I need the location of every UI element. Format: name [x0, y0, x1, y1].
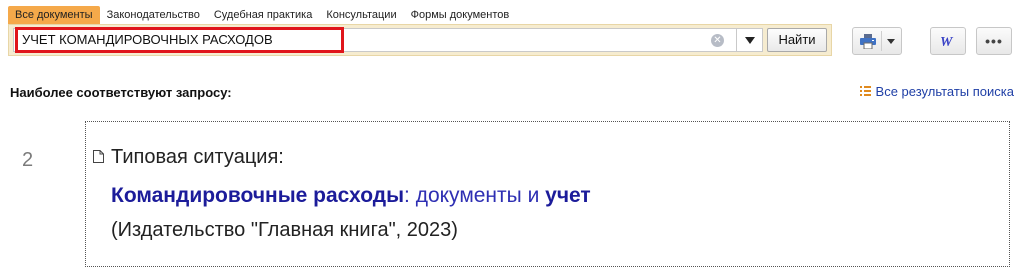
result-number: 2	[22, 149, 34, 171]
triangle-down-icon	[744, 36, 755, 44]
search-bar: УЧЕТ КОМАНДИРОВОЧНЫХ РАСХОДОВ ✕ Найти	[8, 24, 832, 56]
search-query-text: УЧЕТ КОМАНДИРОВОЧНЫХ РАСХОДОВ	[22, 32, 273, 47]
svg-text:W: W	[940, 35, 954, 48]
print-button[interactable]	[852, 27, 902, 55]
result-title-hit: учет	[545, 184, 591, 207]
more-button[interactable]: •••	[976, 27, 1012, 55]
export-word-button[interactable]: W	[930, 27, 966, 55]
all-results-link[interactable]: Все результаты поиска	[859, 84, 1014, 99]
tab-legislation[interactable]: Законодательство	[100, 6, 207, 24]
toolbar-separator	[880, 31, 882, 51]
clear-icon[interactable]: ✕	[711, 34, 724, 47]
more-icon: •••	[985, 33, 1003, 49]
result-title-hit: Командировочные расходы	[111, 184, 405, 207]
result-title-link[interactable]: Командировочные расходы: документы и уче…	[111, 184, 591, 208]
tab-consultations[interactable]: Консультации	[319, 6, 403, 24]
result-source: (Издательство "Главная книга", 2023)	[111, 219, 458, 241]
word-icon: W	[940, 35, 954, 48]
find-button[interactable]: Найти	[767, 28, 827, 52]
tree-list-icon	[859, 86, 871, 96]
search-history-dropdown[interactable]	[737, 28, 763, 52]
result-title-text: : документы и	[404, 184, 546, 207]
all-results-label: Все результаты поиска	[875, 84, 1014, 99]
document-type-tabs: Все документы Законодательство Судебная …	[8, 6, 516, 24]
result-type: Типовая ситуация:	[111, 146, 284, 168]
search-input[interactable]: УЧЕТ КОМАНДИРОВОЧНЫХ РАСХОДОВ ✕	[13, 27, 737, 53]
section-title: Наиболее соответствуют запросу:	[10, 85, 232, 100]
tab-document-forms[interactable]: Формы документов	[404, 6, 517, 24]
chevron-down-icon[interactable]	[886, 38, 895, 44]
printer-icon	[859, 33, 876, 49]
result-item[interactable]: Типовая ситуация: Командировочные расход…	[85, 121, 1010, 267]
tab-court-practice[interactable]: Судебная практика	[207, 6, 319, 24]
document-icon	[93, 150, 104, 163]
tab-all-documents[interactable]: Все документы	[8, 6, 100, 24]
